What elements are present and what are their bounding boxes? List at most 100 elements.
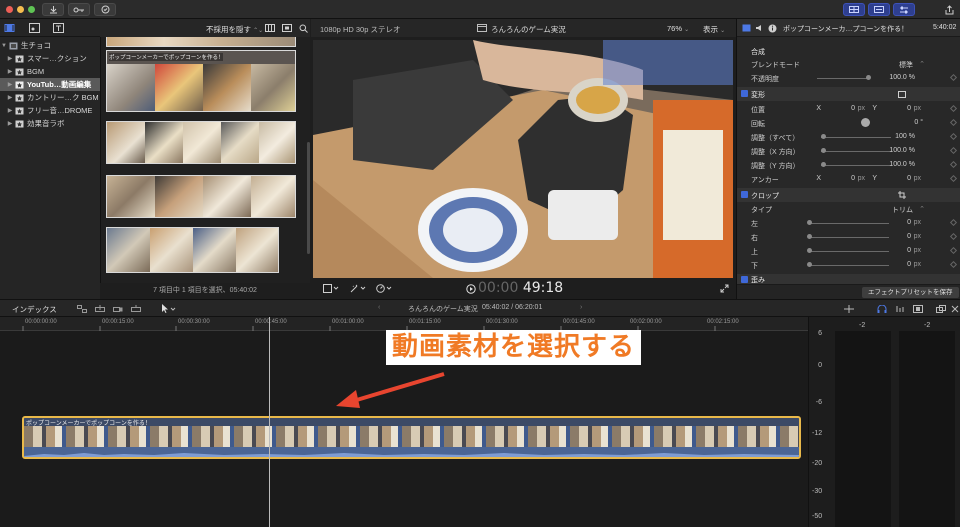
scale-slider[interactable]	[821, 137, 891, 138]
search-button[interactable]	[297, 23, 309, 33]
keyframe-icon[interactable]	[949, 132, 958, 141]
display-menu[interactable]: 表示 ⌄	[703, 24, 725, 35]
disclosure-open-icon[interactable]: ▼	[0, 43, 8, 49]
enhancements-menu-button[interactable]	[347, 283, 369, 294]
clip-skimming-button[interactable]	[843, 304, 855, 314]
disclosure-closed-icon[interactable]: ▶	[6, 107, 14, 114]
crop-checkbox[interactable]	[741, 191, 748, 198]
snapping-button[interactable]	[912, 304, 924, 314]
zoom-menu[interactable]: 76% ⌄	[667, 24, 689, 33]
clip-filter-menu[interactable]: 不採用を隠す ⌃⌄	[206, 24, 263, 35]
keyframe-icon[interactable]	[949, 174, 958, 183]
keyframe-icon[interactable]	[949, 246, 958, 255]
fullscreen-button[interactable]	[719, 283, 730, 294]
crop-top-value[interactable]: 0	[889, 247, 911, 254]
crop-top-slider-knob[interactable]	[807, 248, 812, 253]
video-viewer[interactable]	[313, 40, 733, 278]
keyframe-icon[interactable]	[949, 232, 958, 241]
keyframe-icon[interactable]	[949, 260, 958, 269]
keyframe-icon[interactable]	[949, 218, 958, 227]
anchor-y-value[interactable]: 0	[889, 175, 911, 182]
overwrite-clip-button[interactable]	[130, 304, 142, 314]
clip-filmstrip[interactable]	[106, 227, 279, 273]
timecode-display[interactable]: 00:00 49:18	[478, 280, 563, 296]
distort-checkbox[interactable]	[741, 276, 748, 283]
show-browser-button[interactable]	[843, 3, 865, 16]
crop-top-slider[interactable]	[809, 251, 889, 252]
scale-y-slider-knob[interactable]	[821, 162, 826, 167]
timeline-ruler[interactable]: 00:00:00:00 00:00:15:00 00:00:30:00 00:0…	[0, 317, 808, 331]
position-y-value[interactable]: 0	[889, 105, 911, 112]
rotation-dial[interactable]	[861, 118, 870, 127]
clip-filmstrip[interactable]	[106, 121, 296, 164]
disclosure-closed-icon[interactable]: ▶	[6, 120, 14, 127]
show-inspector-button[interactable]	[893, 3, 915, 16]
insert-clip-button[interactable]	[94, 304, 106, 314]
tool-menu-button[interactable]	[158, 303, 178, 315]
minimize-window-button[interactable]	[17, 6, 24, 13]
blend-mode-select[interactable]: 標準	[867, 60, 913, 70]
disclosure-closed-icon[interactable]: ▶	[6, 68, 14, 75]
crop-bottom-slider-knob[interactable]	[807, 262, 812, 267]
disclosure-closed-icon[interactable]: ▶	[6, 55, 14, 62]
index-button[interactable]: インデックス	[12, 304, 57, 315]
crop-bottom-value[interactable]: 0	[889, 261, 911, 268]
opacity-slider-knob[interactable]	[866, 75, 871, 80]
library-root[interactable]: ▼ 生チョコ	[0, 39, 100, 52]
sidebar-item-selected[interactable]: ▶ YouTub…動画編集	[0, 78, 100, 91]
disclosure-closed-icon[interactable]: ▶	[6, 81, 14, 88]
clip-filmstrip[interactable]	[106, 175, 296, 218]
scale-all-value[interactable]: 100 %	[883, 133, 915, 140]
crop-onscreen-button[interactable]	[897, 190, 907, 200]
sidebar-item[interactable]: ▶ カントリー…ク BGM	[0, 91, 100, 104]
zoom-window-button[interactable]	[28, 6, 35, 13]
photos-audio-tab[interactable]	[28, 22, 41, 34]
append-clip-button[interactable]	[112, 304, 124, 314]
opacity-value[interactable]: 100.0 %	[877, 74, 915, 81]
video-inspector-tab[interactable]	[741, 23, 751, 33]
timeline-video-clip[interactable]: ポップコーンメーカーでポップコーンを作る！	[22, 416, 801, 459]
play-button[interactable]	[465, 283, 476, 294]
transform-onscreen-button[interactable]	[897, 89, 907, 99]
crop-bottom-slider[interactable]	[809, 265, 889, 266]
crop-right-slider-knob[interactable]	[807, 234, 812, 239]
disclosure-closed-icon[interactable]: ▶	[6, 94, 14, 101]
forward-arrow-icon[interactable]: ›	[580, 304, 582, 311]
titles-generators-tab[interactable]	[52, 22, 65, 34]
save-effects-preset-button[interactable]: エフェクトプリセットを保存	[862, 287, 959, 298]
sidebar-item[interactable]: ▶ 効果音ラボ	[0, 117, 100, 130]
clip-filmstrip[interactable]: ポップコーンメーカーでポップコーンを作る！	[106, 50, 296, 112]
position-x-value[interactable]: 0	[833, 105, 855, 112]
filmstrip-view-button[interactable]	[264, 23, 276, 33]
keyframe-icon[interactable]	[949, 118, 958, 127]
scale-x-slider-knob[interactable]	[821, 148, 826, 153]
keyframe-icon[interactable]	[949, 73, 958, 82]
rotation-value[interactable]: 0 °	[887, 119, 923, 126]
transform-menu-button[interactable]	[320, 283, 342, 294]
playhead[interactable]	[269, 317, 270, 527]
connect-clip-button[interactable]	[76, 304, 88, 314]
solo-button[interactable]	[894, 304, 906, 314]
share-button[interactable]	[942, 3, 956, 16]
keyframe-icon[interactable]	[949, 146, 958, 155]
back-arrow-icon[interactable]: ‹	[378, 304, 380, 311]
anchor-x-value[interactable]: 0	[833, 175, 855, 182]
sidebar-item[interactable]: ▶ スマー…クション	[0, 52, 100, 65]
crop-left-value[interactable]: 0	[889, 219, 911, 226]
keyframe-icon[interactable]	[949, 160, 958, 169]
transform-checkbox[interactable]	[741, 90, 748, 97]
audio-inspector-tab[interactable]	[754, 23, 764, 33]
audio-skimming-button[interactable]	[876, 304, 888, 314]
libraries-tab[interactable]	[3, 22, 16, 34]
crop-type-select[interactable]: トリム	[867, 205, 913, 215]
clip-appearance-button[interactable]	[281, 23, 293, 33]
browser-scrollbar[interactable]	[307, 142, 310, 254]
show-timeline-button[interactable]	[868, 3, 890, 16]
clip-appearance-button[interactable]	[935, 304, 947, 314]
crop-right-slider[interactable]	[809, 237, 889, 238]
crop-right-value[interactable]: 0	[889, 233, 911, 240]
import-media-button[interactable]	[42, 3, 64, 16]
background-tasks-button[interactable]	[94, 3, 116, 16]
crop-left-slider-knob[interactable]	[807, 220, 812, 225]
clip-filmstrip[interactable]	[106, 37, 296, 47]
